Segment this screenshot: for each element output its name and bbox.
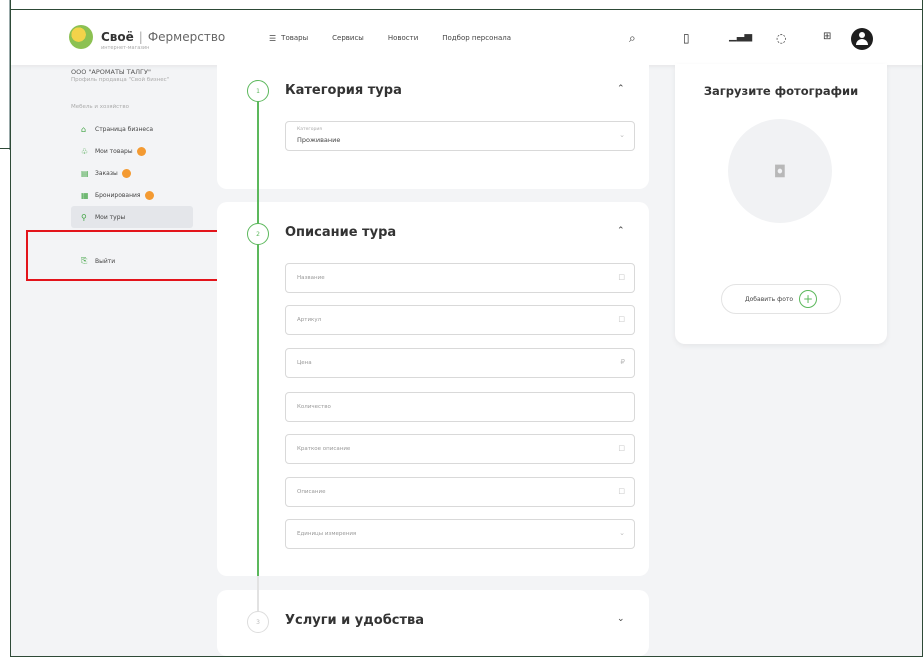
brand-sub: Фермерство — [147, 30, 226, 44]
main-nav: ☰ Товары Сервисы Новости Подбор персонал… — [269, 34, 535, 43]
nav-item-news[interactable]: Новости — [388, 34, 418, 43]
units-select[interactable]: Единицы измерения ⌄ — [285, 519, 635, 549]
price-placeholder: Цена — [297, 360, 312, 366]
org-subtitle: Профиль продавца "Свой бизнес" — [71, 77, 170, 83]
progress-line — [257, 100, 259, 578]
orders-icon: ▤ — [81, 168, 89, 178]
sidebar-item-my-tours[interactable]: ⚲ Мои туры — [71, 206, 193, 228]
add-photo-button[interactable]: Добавить фото + — [721, 284, 841, 314]
notification-badge — [136, 146, 146, 156]
brand-tagline: интернет-магазин — [101, 45, 150, 51]
field-icon: □ — [618, 487, 625, 495]
section-title-description: Описание тура — [285, 225, 397, 240]
booking-icon: ▦ — [81, 190, 89, 200]
description-placeholder: Описание — [297, 489, 326, 495]
grid-icon[interactable]: ⊞ — [823, 31, 831, 42]
notification-badge — [144, 190, 154, 200]
sidebar-item-label: Заказы — [95, 169, 118, 177]
org-name: ООО "АРОМАТЫ ТАЛГУ" — [71, 68, 151, 76]
background-window-edge — [0, 148, 10, 149]
category-value: Проживание — [297, 136, 341, 144]
search-icon[interactable]: ⌕ — [629, 31, 636, 46]
add-photo-label: Добавить фото — [744, 295, 794, 303]
cart-icon[interactable]: ◌ — [776, 31, 786, 45]
camera-icon[interactable]: ◘ — [728, 119, 832, 223]
bookmark-icon[interactable]: ▯ — [683, 31, 690, 45]
header: Своё | Фермерство интернет-магазин ☰ Тов… — [11, 10, 922, 65]
pin-icon: ⚲ — [81, 212, 87, 222]
category-label: Категория — [297, 127, 322, 132]
goods-icon: ♧ — [81, 146, 89, 156]
brand-separator: | — [138, 30, 143, 44]
units-placeholder: Единицы измерения — [297, 531, 357, 537]
nav-item-services[interactable]: Сервисы — [332, 34, 364, 43]
photo-upload-card: Загрузите фотографии ◘ Добавить фото + — [675, 64, 887, 344]
quantity-field[interactable]: Количество — [285, 392, 635, 422]
sidebar-item-business-page[interactable]: ⌂ Страница бизнеса — [71, 118, 221, 140]
top-strip — [11, 0, 922, 10]
chevron-up-icon[interactable]: ⌃ — [617, 84, 625, 94]
field-icon: □ — [618, 444, 625, 452]
step-2-indicator: 2 — [247, 223, 269, 245]
brand-name: Своё — [101, 30, 134, 44]
sidebar-item-my-goods[interactable]: ♧ Мои товары — [71, 140, 221, 162]
services-card — [217, 590, 649, 656]
plus-icon: + — [799, 290, 818, 308]
chart-icon[interactable]: ▁▃▅ — [729, 31, 752, 42]
background-window-fragment — [0, 0, 10, 150]
sidebar-item-bookings[interactable]: ▦ Бронирования — [71, 184, 221, 206]
quantity-placeholder: Количество — [297, 404, 331, 410]
sidebar-caption: Мебель и хозяйство — [71, 104, 129, 110]
description-field[interactable]: Описание □ — [285, 477, 635, 507]
nav-item-staff[interactable]: Подбор персонала — [442, 34, 511, 43]
category-select[interactable]: Категория Проживание ⌄ — [285, 121, 635, 151]
field-icon: □ — [618, 315, 625, 323]
name-field[interactable]: Название □ — [285, 263, 635, 293]
chevron-down-icon: ⌄ — [619, 529, 625, 537]
field-icon: □ — [618, 273, 625, 281]
article-field[interactable]: Артикул □ — [285, 305, 635, 335]
sidebar-item-label: Бронирования — [95, 191, 141, 199]
section-title-category: Категория тура — [285, 83, 402, 98]
notification-badge — [121, 168, 131, 178]
user-avatar-icon[interactable] — [851, 28, 873, 50]
sidebar-item-label: Страница бизнеса — [95, 125, 154, 133]
sidebar-item-label: Мои туры — [95, 213, 126, 221]
short-description-placeholder: Краткое описание — [297, 446, 351, 452]
name-placeholder: Название — [297, 275, 325, 281]
section-title-services: Услуги и удобства — [285, 613, 425, 628]
nav-item-goods[interactable]: Товары — [281, 34, 308, 43]
progress-line-pending — [257, 576, 259, 616]
step-3-indicator: 3 — [247, 611, 269, 633]
photo-title: Загрузите фотографии — [703, 84, 859, 98]
app-window: Своё | Фермерство интернет-магазин ☰ Тов… — [10, 0, 923, 657]
ruble-icon: ₽ — [620, 358, 625, 366]
chevron-down-icon[interactable]: ⌄ — [617, 614, 625, 624]
step-1-indicator: 1 — [247, 80, 269, 102]
article-placeholder: Артикул — [297, 317, 322, 323]
store-icon: ⌂ — [81, 124, 87, 134]
sidebar-item-orders[interactable]: ▤ Заказы — [71, 162, 221, 184]
chevron-up-icon[interactable]: ⌃ — [617, 226, 625, 236]
menu-icon[interactable]: ☰ — [269, 34, 276, 43]
price-field[interactable]: Цена ₽ — [285, 348, 635, 378]
chevron-down-icon: ⌄ — [619, 131, 625, 139]
highlight-box — [26, 230, 221, 281]
logo-mark-icon — [69, 25, 93, 49]
short-description-field[interactable]: Краткое описание □ — [285, 434, 635, 464]
logo[interactable]: Своё | Фермерство интернет-магазин — [69, 25, 226, 51]
sidebar-item-label: Мои товары — [95, 147, 133, 155]
